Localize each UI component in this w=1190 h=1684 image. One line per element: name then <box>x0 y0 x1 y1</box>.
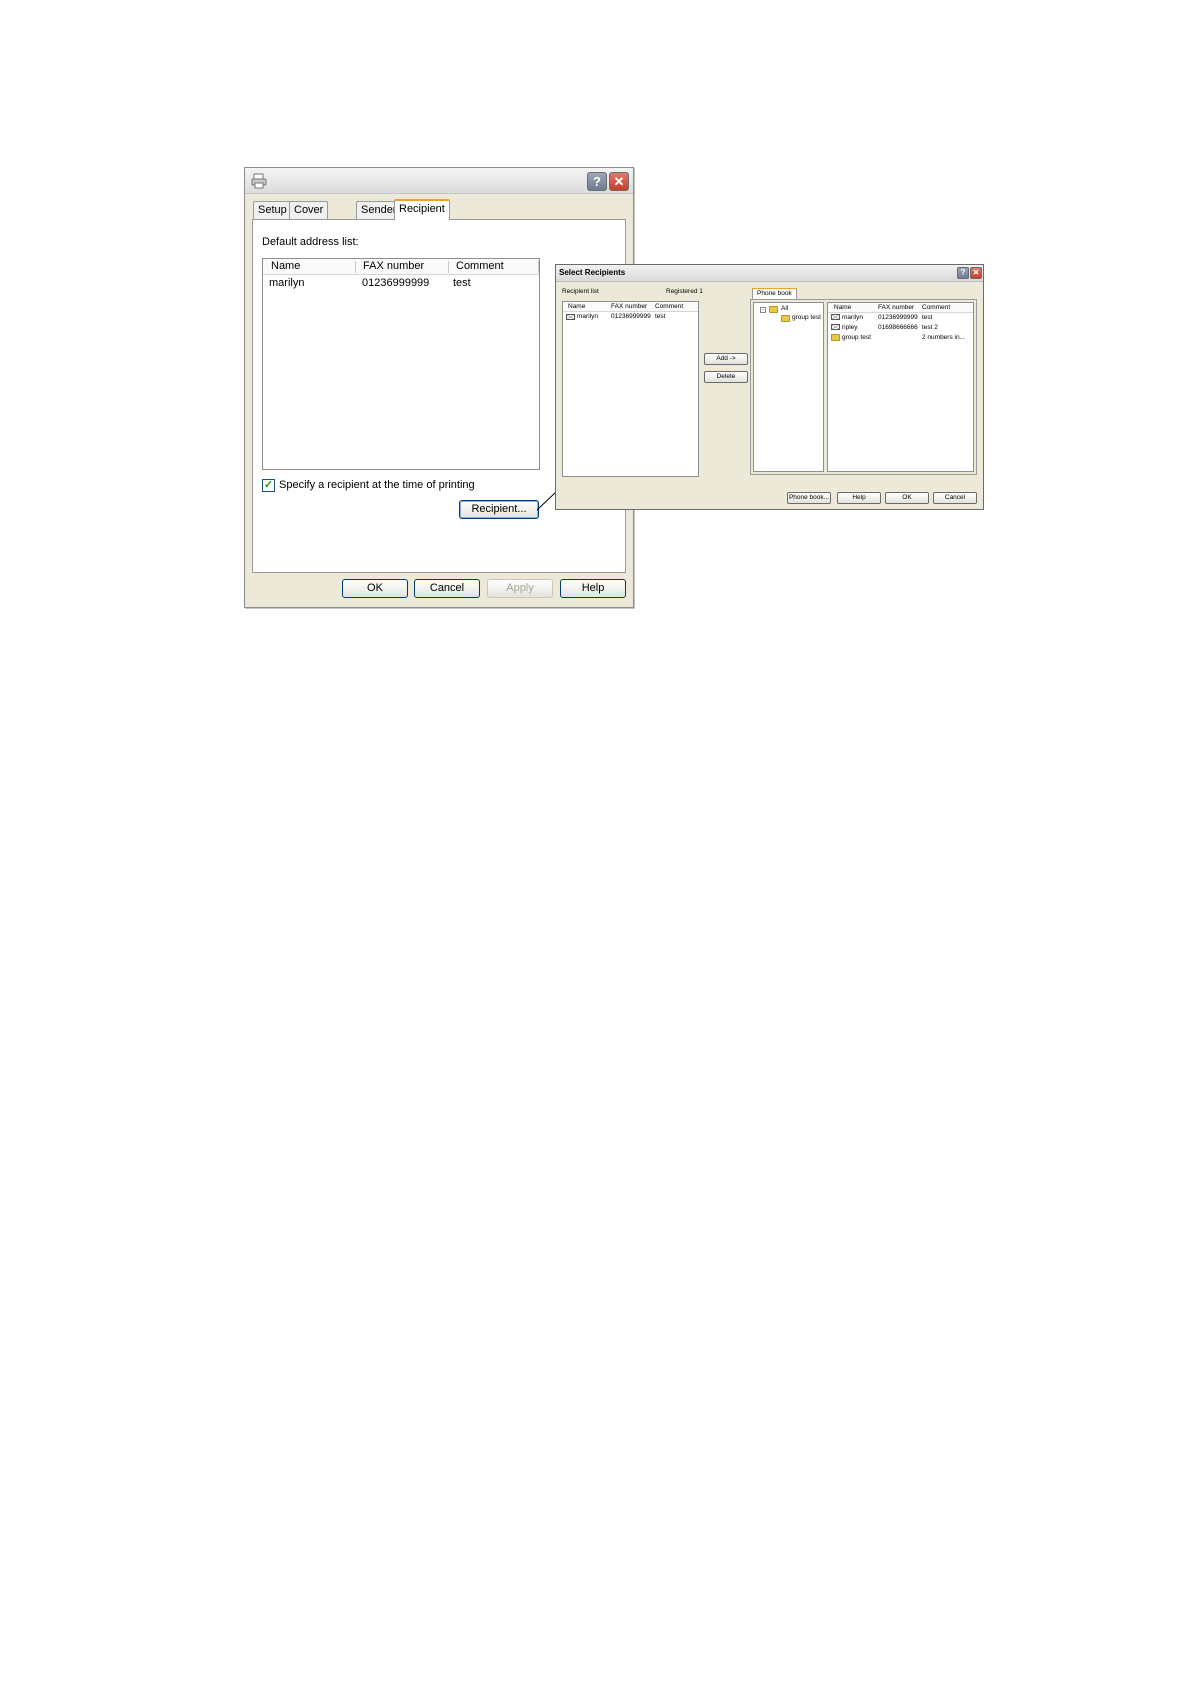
row-comment: test <box>922 314 933 321</box>
table-row[interactable]: ripley 01698666666 test 2 <box>828 323 973 333</box>
collapse-icon[interactable]: - <box>760 307 766 313</box>
table-row[interactable]: group test 2 numbers in... <box>828 333 973 343</box>
row-name: ripley <box>842 324 858 331</box>
row-name: marilyn <box>842 314 863 321</box>
column-name[interactable]: Name <box>834 304 851 311</box>
row-fax: 01236999999 <box>611 313 651 320</box>
column-fax-number[interactable]: FAX number <box>611 303 647 310</box>
help-title-button[interactable]: ? <box>957 267 969 279</box>
row-fax: 01698666666 <box>878 324 918 331</box>
phone-book-button[interactable]: Phone book... <box>787 492 831 504</box>
select-recipients-title-bar: Select Recipients ? ✕ <box>556 265 983 282</box>
callout-connector <box>536 491 557 511</box>
tab-recipient[interactable]: Recipient <box>394 199 450 220</box>
row-name: marilyn <box>577 313 598 320</box>
ok-button[interactable]: OK <box>885 492 929 504</box>
column-fax-number[interactable]: FAX number <box>878 304 914 311</box>
table-row[interactable]: marilyn 01236999999 test <box>563 312 698 322</box>
phone-book-list[interactable]: Name FAX number Comment marilyn 01236999… <box>827 302 974 472</box>
folder-icon <box>831 334 840 341</box>
delete-button[interactable]: Delete <box>704 371 748 383</box>
row-comment: 2 numbers in... <box>922 334 965 341</box>
folder-icon <box>769 306 778 313</box>
help-button[interactable]: Help <box>837 492 881 504</box>
tree-item-group-test[interactable]: group test <box>792 314 821 321</box>
recipient-list[interactable]: Name FAX number Comment marilyn 01236999… <box>562 301 699 477</box>
recipient-list-label: Recipient list <box>562 288 599 295</box>
column-comment[interactable]: Comment <box>922 304 950 311</box>
list-header: Name FAX number Comment <box>828 303 973 313</box>
row-comment: test 2 <box>922 324 938 331</box>
phone-book-tree[interactable]: - All group test <box>753 302 824 472</box>
folder-icon <box>781 315 790 322</box>
column-comment[interactable]: Comment <box>655 303 683 310</box>
row-comment: test <box>655 313 666 320</box>
select-recipients-dialog: Select Recipients ? ✕ Recipient list Reg… <box>555 264 984 510</box>
table-row[interactable]: marilyn 01236999999 test <box>828 313 973 323</box>
registered-count: Registered 1 <box>666 288 703 295</box>
mail-icon <box>831 314 840 320</box>
select-recipients-title: Select Recipients <box>559 268 626 277</box>
cancel-button[interactable]: Cancel <box>933 492 977 504</box>
row-name: group test <box>842 334 871 341</box>
tab-phone-book[interactable]: Phone book <box>752 288 797 299</box>
close-button[interactable]: ✕ <box>970 267 982 279</box>
add-button[interactable]: Add -> <box>704 353 748 365</box>
tree-item-all[interactable]: All <box>781 305 788 312</box>
list-header: Name FAX number Comment <box>563 302 698 312</box>
mail-icon <box>566 314 575 320</box>
row-fax: 01236999999 <box>878 314 918 321</box>
mail-icon <box>831 324 840 330</box>
column-name[interactable]: Name <box>568 303 585 310</box>
phone-book-panel: - All group test Name FAX number Comment… <box>750 299 977 475</box>
